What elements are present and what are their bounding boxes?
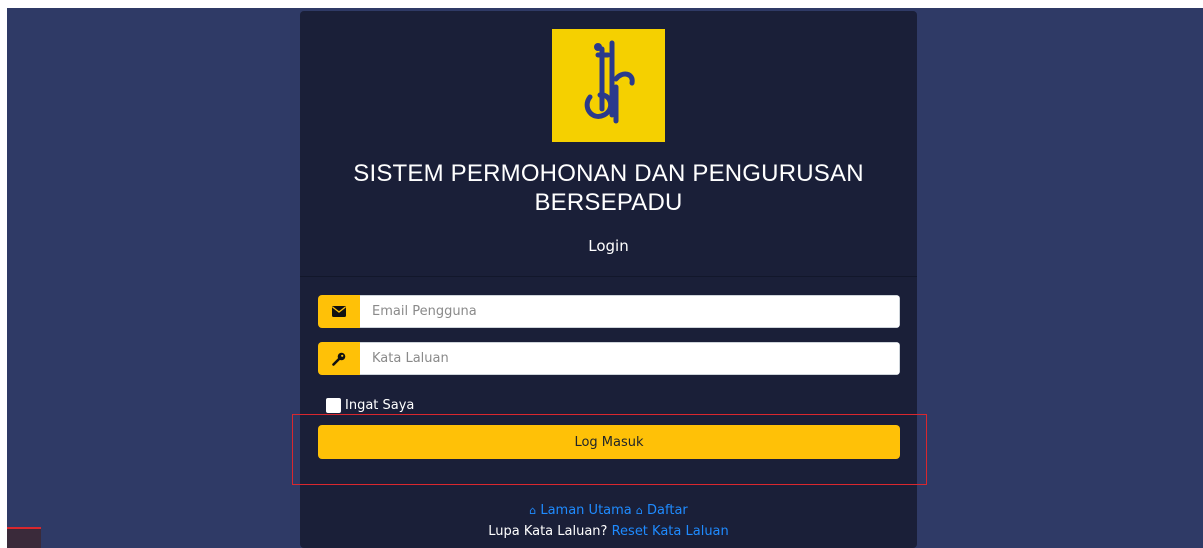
remember-me[interactable]: Ingat Saya [326,398,414,413]
key-icon [318,342,360,375]
page-title: SISTEM PERMOHONAN DAN PENGURUSAN BERSEPA… [353,160,864,216]
home-icon: ⌂ [635,504,643,517]
remember-label: Ingat Saya [345,398,415,413]
email-input-group [318,295,900,328]
logo [552,29,665,142]
focus-highlight-box [292,414,927,485]
footer-links: ⌂ Laman Utama ⌂ Daftar [300,503,917,518]
envelope-icon [318,295,360,328]
reset-password-link[interactable]: Reset Kata Laluan [612,524,729,539]
home-icon: ⌂ [529,504,537,517]
login-heading: Login [588,237,629,255]
divider [300,276,917,277]
password-field[interactable] [360,342,900,375]
remember-checkbox[interactable] [326,398,341,413]
register-link[interactable]: ⌂ Daftar [636,503,688,518]
home-link[interactable]: ⌂ Laman Utama [529,503,632,518]
corner-widget[interactable] [7,527,41,548]
password-input-group [318,342,900,375]
forgot-password-row: Lupa Kata Laluan? Reset Kata Laluan [300,524,917,539]
logo-glyph-icon [584,40,635,124]
forgot-text: Lupa Kata Laluan? [488,524,608,539]
email-field[interactable] [360,295,900,328]
